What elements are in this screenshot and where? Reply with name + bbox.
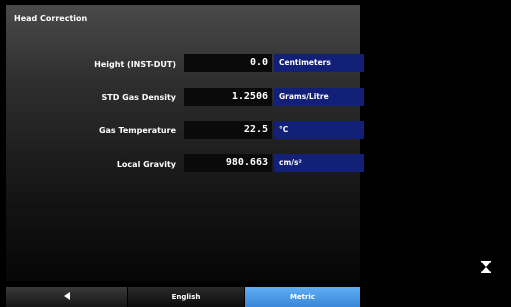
height-value-field[interactable]: 0.0	[184, 54, 272, 72]
back-button[interactable]	[6, 287, 127, 307]
panel-title: Head Correction	[14, 14, 88, 23]
height-unit-selector[interactable]: Centimeters	[274, 54, 364, 72]
gas-density-unit-selector[interactable]: Grams/Litre	[274, 88, 364, 106]
left-arrow-icon	[63, 292, 70, 300]
height-label: Height (INST-DUT)	[94, 60, 176, 69]
head-correction-panel: Head Correction Height (INST-DUT) 0.0 Ce…	[6, 5, 364, 281]
gas-density-value-field[interactable]: 1.2506	[184, 88, 272, 106]
english-units-button[interactable]: English	[128, 287, 244, 307]
gas-density-label: STD Gas Density	[101, 93, 176, 102]
gas-temperature-value-field[interactable]: 22.5	[184, 121, 272, 139]
gas-temperature-unit-selector[interactable]: °C	[274, 121, 364, 139]
local-gravity-label: Local Gravity	[116, 160, 176, 169]
local-gravity-value-field[interactable]: 980.663	[184, 154, 272, 172]
screen: Head Correction Height (INST-DUT) 0.0 Ce…	[0, 0, 511, 307]
gas-temperature-label: Gas Temperature	[98, 126, 176, 135]
local-gravity-unit-selector[interactable]: cm/s²	[274, 154, 364, 172]
metric-units-button[interactable]: Metric	[245, 287, 360, 307]
hourglass-icon	[481, 261, 491, 273]
